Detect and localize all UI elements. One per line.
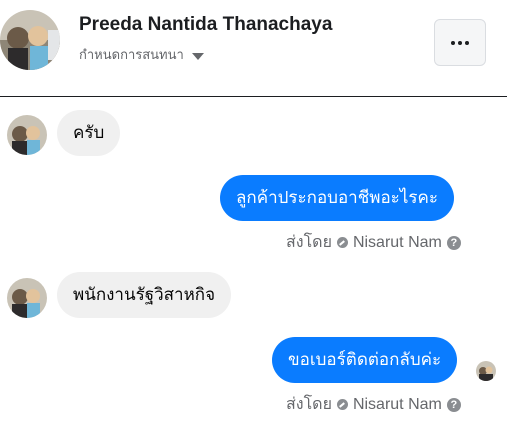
contact-name[interactable]: Preeda Nantida Thanachaya	[79, 14, 332, 36]
sent-by-info: ส่งโดย Nisarut Nam ?	[286, 392, 461, 417]
contact-avatar-small[interactable]	[7, 278, 47, 318]
contact-avatar[interactable]	[0, 10, 60, 70]
conversation-view: Preeda Nantida Thanachaya กำหนดการสนทนา …	[0, 0, 507, 422]
sent-by-label: ส่งโดย	[286, 234, 332, 251]
sender-name: Nisarut Nam	[352, 233, 442, 251]
message-bubble-outgoing[interactable]: ขอเบอร์ติดต่อกลับค่ะ	[272, 337, 458, 383]
question-circle-icon[interactable]: ?	[446, 235, 461, 250]
more-horizontal-icon	[451, 40, 469, 45]
schedule-label: กำหนดการสนทนา	[79, 47, 184, 62]
check-circle-icon	[336, 399, 348, 410]
check-circle-icon	[336, 237, 348, 248]
seen-avatar	[476, 361, 496, 381]
caret-down-icon	[191, 52, 204, 60]
message-bubble-incoming[interactable]: พนักงานรัฐวิสาหกิจ	[57, 272, 232, 318]
sender-name: Nisarut Nam	[352, 395, 442, 413]
sent-by-label: ส่งโดย	[286, 396, 332, 413]
conversation-schedule-dropdown[interactable]: กำหนดการสนทนา	[79, 44, 204, 65]
message-bubble-outgoing[interactable]: ลูกค้าประกอบอาชีพอะไรคะ	[220, 175, 454, 221]
contact-avatar-small[interactable]	[7, 115, 47, 155]
conversation-header: Preeda Nantida Thanachaya กำหนดการสนทนา	[0, 0, 507, 97]
question-circle-icon[interactable]: ?	[446, 397, 461, 412]
sent-by-info: ส่งโดย Nisarut Nam ?	[286, 230, 461, 255]
message-bubble-incoming[interactable]: ครับ	[57, 110, 121, 156]
more-options-button[interactable]	[434, 19, 486, 66]
